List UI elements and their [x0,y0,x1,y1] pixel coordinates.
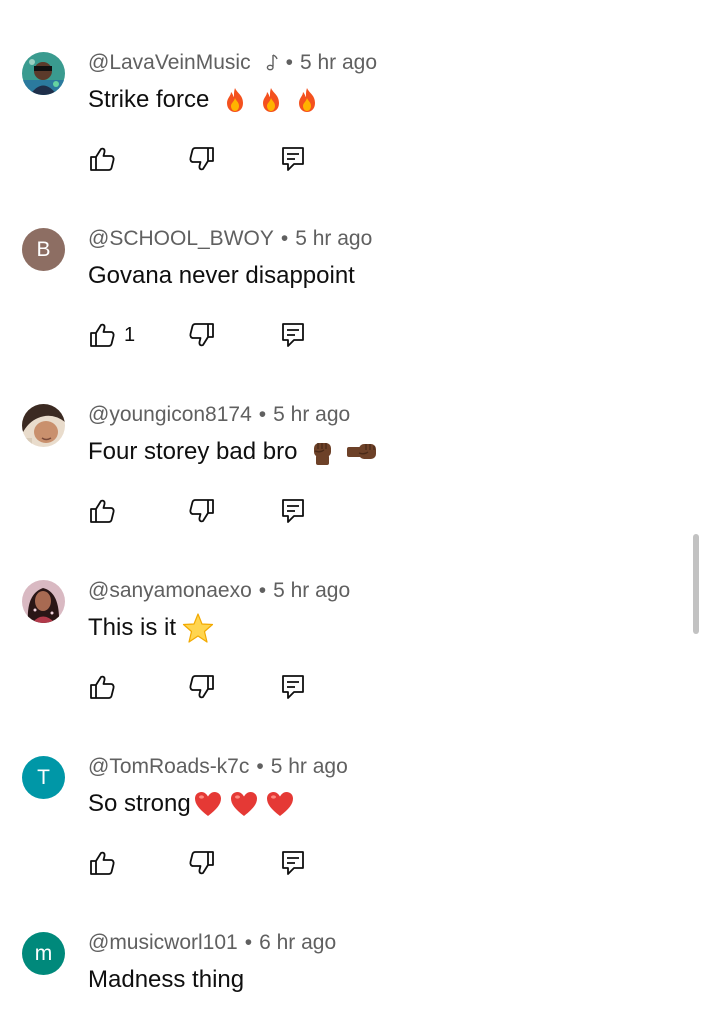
comment-item: @sanyamonaexo • 5 hr ago This is it [0,552,690,728]
meta-separator: • [244,931,253,954]
meta-separator: • [285,51,293,74]
comment-text: Govana never disappoint [88,260,355,292]
comment-item: @youngicon8174 • 5 hr ago Four storey ba… [0,376,690,552]
red-heart-emoji [229,789,259,819]
dislike-button[interactable] [188,144,216,174]
comment-item: B @SCHOOL_BWOY • 5 hr ago Govana never d… [0,200,690,376]
thumbs-down-icon [189,323,214,347]
comment-handle[interactable]: @musicworl101 [88,931,238,955]
reply-comment-icon [282,675,304,699]
reply-comment-icon [282,147,304,171]
meta-separator: • [280,227,289,250]
thumbs-down-icon [189,675,214,699]
comment-actions [88,496,388,526]
star-emoji [182,612,214,644]
comment-meta: @LavaVeinMusic • 5 hr ago [88,50,377,76]
avatar[interactable]: T [22,756,65,799]
avatar[interactable]: m [22,932,65,975]
comment-meta: @youngicon8174 • 5 hr ago [88,402,350,428]
comment-item: m @musicworl101 • 6 hr ago Madness thing [0,904,690,1024]
dislike-button[interactable] [188,848,216,878]
avatar-image [22,580,65,623]
dislike-button[interactable] [188,672,216,702]
meta-separator: • [258,579,267,602]
thumbs-up-icon [90,147,115,171]
comment-meta: @TomRoads-k7c • 5 hr ago [88,754,348,780]
comment-meta: @SCHOOL_BWOY • 5 hr ago [88,226,372,252]
comment-time: 5 hr ago [299,51,377,74]
scrollbar-thumb[interactable] [693,534,699,634]
thumbs-down-icon [189,147,214,171]
like-button[interactable] [88,496,116,526]
comment-time: 5 hr ago [273,579,351,602]
reply-button[interactable] [279,848,307,878]
avatar[interactable]: B [22,228,65,271]
comment-time: 5 hr ago [270,755,348,778]
meta-separator: • [256,755,264,778]
comment-meta: @musicworl101 • 6 hr ago [88,930,336,956]
comment-text: Four storey bad bro [88,436,378,468]
fire-emoji [293,86,321,114]
comment-body: Madness thing [88,966,245,993]
comment-item: T @TomRoads-k7c • 5 hr ago So strong [0,728,690,904]
reply-button[interactable] [279,672,307,702]
comment-text: Strike force [88,84,321,116]
avatar[interactable] [22,52,65,95]
thumbs-down-icon [189,851,214,875]
thumbs-up-icon [90,499,115,523]
comment-body: Govana never disappoint [88,262,355,289]
reply-button[interactable] [279,144,307,174]
like-button[interactable] [88,848,116,878]
comment-handle[interactable]: @sanyamonaexo [88,579,252,603]
thumbs-down-icon [189,499,214,523]
comment-time: 5 hr ago [295,227,373,250]
avatar-image [22,404,65,447]
comment-actions [88,672,388,702]
raised-fist-emoji [308,438,336,466]
reply-button[interactable] [279,320,307,350]
comment-text: So strong [88,788,295,820]
like-count: 1 [124,323,136,346]
red-heart-emoji [265,789,295,819]
avatar[interactable] [22,580,65,623]
music-note-icon [261,53,279,73]
comment-body: So strong [88,790,191,817]
comment-handle[interactable]: @youngicon8174 [88,403,252,427]
comment-time: 5 hr ago [273,403,351,426]
like-button[interactable] [88,672,116,702]
comment-actions: 1 [88,320,388,350]
red-heart-emoji [193,789,223,819]
thumbs-up-icon [90,675,115,699]
comment-handle[interactable]: @SCHOOL_BWOY [88,227,274,251]
fire-emoji [257,86,285,114]
comment-item: @LavaVeinMusic • 5 hr ago Strike force [0,24,690,200]
comment-actions [88,848,388,878]
like-button[interactable] [88,144,116,174]
avatar-image [22,52,65,95]
like-button[interactable]: 1 [88,320,135,350]
dislike-button[interactable] [188,496,216,526]
reply-comment-icon [282,851,304,875]
comment-body: This is it [88,614,177,641]
comments-list: @LavaVeinMusic • 5 hr ago Strike force B… [0,0,706,1024]
meta-separator: • [258,403,267,426]
comment-text: Madness thing [88,964,244,996]
right-facing-fist-emoji [344,438,378,466]
comment-body: Four storey bad bro [88,438,298,465]
comment-meta: @sanyamonaexo • 5 hr ago [88,578,350,604]
comment-text: This is it [88,612,214,644]
comment-body: Strike force [88,86,210,113]
thumbs-up-icon [90,851,115,875]
comment-actions [88,144,388,174]
comment-time: 6 hr ago [259,931,337,954]
reply-comment-icon [282,323,304,347]
comment-handle[interactable]: @LavaVeinMusic [88,51,251,75]
comment-handle[interactable]: @TomRoads-k7c [88,755,249,779]
avatar[interactable] [22,404,65,447]
thumbs-up-icon [90,323,115,347]
reply-comment-icon [282,499,304,523]
reply-button[interactable] [279,496,307,526]
fire-emoji [221,86,249,114]
dislike-button[interactable] [188,320,216,350]
